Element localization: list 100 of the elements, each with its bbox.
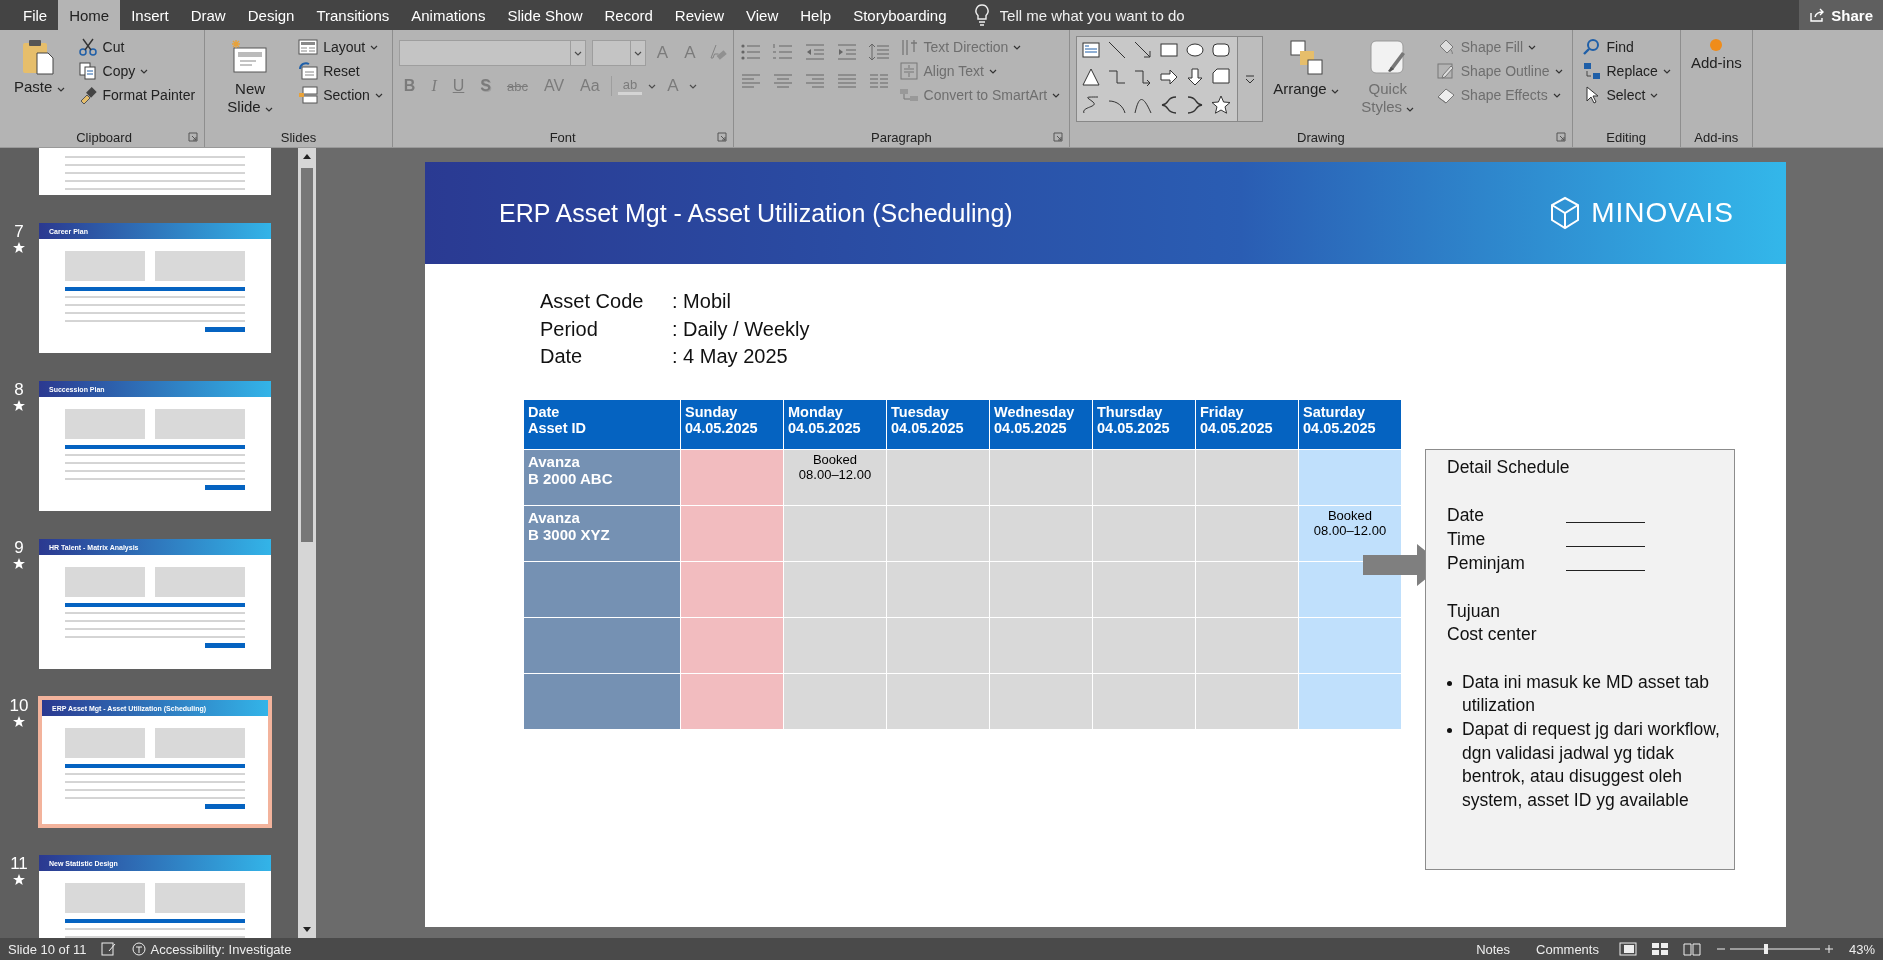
oval-icon bbox=[1185, 40, 1206, 60]
group-label: Drawing bbox=[1297, 129, 1345, 145]
group-label: Paragraph bbox=[871, 129, 932, 145]
ribbon-button[interactable]: New Slide bbox=[211, 36, 290, 118]
slide-title: ERP Asset Mgt - Asset Utilization (Scheduling) bbox=[499, 198, 1013, 228]
ribbon-tab[interactable]: Slide Show bbox=[496, 0, 594, 30]
ribbon-button[interactable]: Add-ins bbox=[1686, 36, 1746, 74]
ribbon-tab[interactable]: View bbox=[735, 0, 790, 30]
table-header-cell: Date Asset ID bbox=[523, 399, 681, 449]
ribbon-button[interactable]: Paste bbox=[10, 36, 69, 98]
decrease-indent-icon bbox=[803, 42, 826, 62]
caret-icon bbox=[689, 83, 698, 89]
more-icon bbox=[1244, 73, 1257, 85]
notes-button[interactable]: Notes bbox=[1470, 940, 1517, 958]
star-icon bbox=[13, 558, 25, 570]
star-icon bbox=[13, 874, 25, 886]
ribbon-tab[interactable]: Home bbox=[58, 0, 121, 30]
caret-icon bbox=[648, 83, 657, 89]
increase-indent-icon bbox=[835, 42, 858, 62]
slide-number: 10 bbox=[9, 696, 29, 716]
ribbon-tab[interactable]: File bbox=[12, 0, 59, 30]
cube-logo-icon bbox=[1549, 196, 1582, 230]
comments-button[interactable]: Comments bbox=[1530, 940, 1605, 958]
slide-number: 8 bbox=[14, 380, 24, 400]
caret-icon bbox=[370, 44, 379, 50]
rounded-rectangle-icon bbox=[1211, 40, 1232, 60]
ribbon-tab[interactable]: Storyboarding bbox=[842, 0, 958, 30]
zoom-slider[interactable] bbox=[1714, 942, 1835, 956]
group-label: Font bbox=[549, 129, 576, 145]
caret-icon bbox=[1554, 68, 1563, 74]
schedule-cell: Booked 08.00–12.00 bbox=[1298, 505, 1402, 561]
caret-icon bbox=[374, 92, 383, 98]
ribbon-button[interactable]: Find bbox=[1578, 36, 1674, 58]
ribbon-tab[interactable]: Design bbox=[236, 0, 306, 30]
share-icon bbox=[1809, 7, 1826, 23]
ribbon-tab[interactable]: Draw bbox=[179, 0, 237, 30]
scrollbar-thumb[interactable] bbox=[301, 168, 313, 542]
reading-view-icon[interactable] bbox=[1682, 942, 1701, 956]
slide-counter: Slide 10 of 11 bbox=[8, 941, 87, 957]
slide-number: 9 bbox=[14, 538, 24, 558]
normal-view-icon[interactable] bbox=[1618, 942, 1637, 956]
accessibility-icon bbox=[130, 941, 147, 957]
caret-icon bbox=[140, 68, 149, 74]
lightbulb-icon bbox=[973, 4, 990, 26]
table-header-cell: Friday 04.05.2025 bbox=[1195, 399, 1299, 449]
ribbon-tab[interactable]: Insert bbox=[120, 0, 180, 30]
field-value: : Mobil bbox=[672, 290, 731, 314]
dot-icon bbox=[1709, 38, 1724, 52]
scrollbar[interactable] bbox=[298, 148, 316, 938]
table-header-cell: Sunday 04.05.2025 bbox=[680, 399, 784, 449]
ribbon-button[interactable]: Section bbox=[295, 84, 386, 106]
search-field[interactable]: Tell me what you want to do bbox=[997, 5, 1262, 25]
table-header-cell: Thursday 04.05.2025 bbox=[1092, 399, 1196, 449]
replace-icon bbox=[1581, 61, 1602, 81]
caret-icon bbox=[1650, 92, 1659, 98]
field-label: Cost center bbox=[1447, 623, 1538, 647]
slide-sorter-icon[interactable] bbox=[1650, 942, 1669, 956]
field-label: Peminjam bbox=[1447, 552, 1526, 575]
table-header-cell: Monday 04.05.2025 bbox=[783, 399, 887, 449]
caret-icon bbox=[573, 50, 582, 56]
ribbon-button[interactable]: Select bbox=[1578, 84, 1674, 106]
ribbon-button[interactable]: Format Painter bbox=[74, 84, 199, 106]
shapes-gallery[interactable] bbox=[1076, 36, 1264, 122]
share-button[interactable]: Share bbox=[1799, 0, 1883, 30]
ribbon-button[interactable]: Reset bbox=[295, 60, 386, 82]
slide-number: 7 bbox=[14, 222, 24, 242]
ribbon-tab[interactable]: Animations bbox=[400, 0, 497, 30]
caret-icon bbox=[988, 68, 997, 74]
accessibility-status[interactable]: Accessibility: Investigate bbox=[150, 941, 292, 957]
ribbon-tab[interactable]: Transitions bbox=[305, 0, 401, 30]
ribbon-button[interactable]: Replace bbox=[1578, 60, 1674, 82]
dialog-launcher-icon bbox=[188, 132, 199, 142]
logo-text: MINOVAIS bbox=[1591, 197, 1734, 229]
ribbon-button[interactable]: Copy bbox=[74, 60, 199, 82]
slide-number: 11 bbox=[10, 854, 28, 874]
ribbon-tab[interactable]: Help bbox=[789, 0, 843, 30]
table-header-cell: Wednesday 04.05.2025 bbox=[989, 399, 1093, 449]
slider-thumb[interactable] bbox=[1763, 944, 1768, 954]
ribbon-button[interactable]: Arrange bbox=[1269, 36, 1343, 100]
reset-slide-icon bbox=[298, 61, 319, 81]
zoom-level[interactable]: 43% bbox=[1848, 941, 1875, 957]
search-icon bbox=[1581, 37, 1602, 57]
ribbon-tab[interactable]: Review bbox=[663, 0, 736, 30]
dialog-launcher-icon bbox=[1053, 132, 1064, 142]
section-icon bbox=[298, 85, 319, 105]
notes-page-icon[interactable] bbox=[100, 942, 117, 956]
star-icon bbox=[13, 716, 25, 728]
field-label: Date bbox=[540, 345, 584, 369]
field-label: Time bbox=[1447, 528, 1487, 551]
ribbon-button[interactable]: Cut bbox=[74, 36, 199, 58]
copy-icon bbox=[77, 61, 98, 81]
bullet-list-icon bbox=[739, 42, 762, 62]
schedule-cell: Booked 08.00–12.00 bbox=[783, 449, 887, 505]
rectangle-icon bbox=[1159, 40, 1180, 60]
field-value: : Daily / Weekly bbox=[672, 317, 810, 342]
ribbon-button[interactable]: Layout bbox=[295, 36, 386, 58]
ribbon-tab[interactable]: Record bbox=[593, 0, 664, 30]
line-spacing-icon bbox=[867, 42, 890, 62]
pencil-icon bbox=[1435, 61, 1456, 81]
table-header-cell: Tuesday 04.05.2025 bbox=[886, 399, 990, 449]
